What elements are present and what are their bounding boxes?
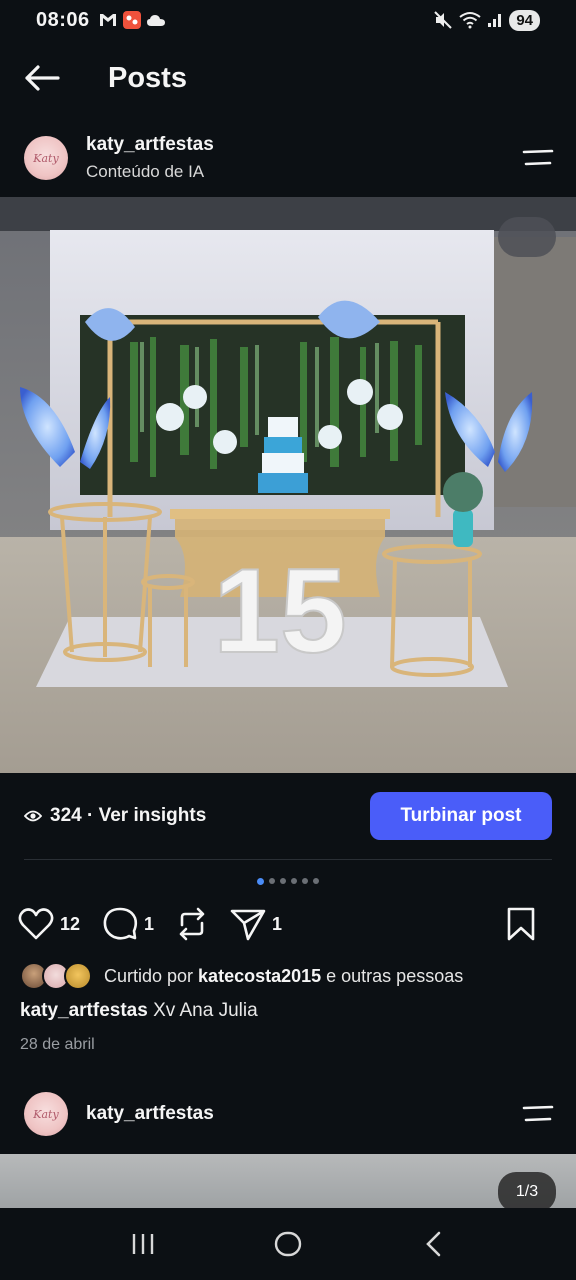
carousel-dots <box>0 877 576 885</box>
ai-content-label[interactable]: Conteúdo de IA <box>86 162 214 182</box>
liked-by-text: Curtido por katecosta2015 e outras pesso… <box>104 966 463 987</box>
insights-row: 324 · Ver insights Turbinar post <box>0 792 576 840</box>
status-right-icons: 94 <box>433 9 540 31</box>
signal-icon <box>488 14 502 27</box>
avatar[interactable]: Katy <box>24 1092 68 1136</box>
home-icon <box>274 1231 302 1257</box>
mute-icon <box>434 11 453 29</box>
battery-indicator: 94 <box>509 9 540 31</box>
post-username[interactable]: katy_artfestas <box>86 1103 214 1125</box>
post-actions: 12 1 1 <box>0 902 576 946</box>
next-post-image[interactable] <box>0 1154 576 1210</box>
system-back-button[interactable] <box>403 1214 463 1274</box>
save-button[interactable] <box>506 907 536 941</box>
view-count: 324 <box>50 805 82 826</box>
share-count: 1 <box>272 913 283 934</box>
recent-apps-button[interactable] <box>113 1214 173 1274</box>
caption: katy_artfestas Xv Ana Julia <box>20 1000 258 1022</box>
user-meta: katy_artfestas <box>86 1103 214 1125</box>
liked-by-user[interactable]: katecosta2015 <box>198 966 321 986</box>
post-photo: 15 <box>0 197 576 773</box>
boost-post-button[interactable]: Turbinar post <box>370 792 552 840</box>
eye-icon <box>24 810 42 822</box>
gmail-icon <box>99 14 116 26</box>
like-count: 12 <box>60 913 81 934</box>
post-date: 28 de abril <box>20 1036 95 1053</box>
status-left-icons <box>98 10 166 30</box>
heart-icon <box>18 908 54 940</box>
share-button[interactable]: 1 <box>230 907 282 941</box>
insights-link[interactable]: 324 · Ver insights <box>50 805 206 827</box>
post-options-button[interactable] <box>518 138 558 178</box>
avatar-logo-text: Katy <box>33 151 59 165</box>
bookmark-icon <box>507 907 535 941</box>
system-nav-bar <box>0 1208 576 1280</box>
carousel-dot-active <box>257 877 264 885</box>
menu-icon <box>522 1105 554 1122</box>
comment-button[interactable]: 1 <box>102 907 154 941</box>
carousel-dot <box>291 878 297 884</box>
divider <box>24 859 552 860</box>
user-meta: katy_artfestas Conteúdo de IA <box>86 134 214 182</box>
liked-by-row[interactable]: Curtido por katecosta2015 e outras pesso… <box>20 960 463 992</box>
status-time: 08:06 <box>36 8 90 31</box>
app-notification-icon <box>122 11 141 29</box>
liked-avatar <box>64 962 92 990</box>
caption-username[interactable]: katy_artfestas <box>20 1000 148 1021</box>
post-username[interactable]: katy_artfestas <box>86 134 214 156</box>
post-image[interactable]: 15 <box>0 197 576 773</box>
post-options-button[interactable] <box>518 1094 558 1134</box>
caption-text: Xv Ana Julia <box>147 1000 258 1021</box>
next-post-header: Katy katy_artfestas <box>0 1084 576 1144</box>
menu-icon <box>522 149 554 166</box>
carousel-dot <box>313 878 319 884</box>
status-bar: 08:06 94 <box>0 0 576 40</box>
avatar[interactable]: Katy <box>24 136 68 180</box>
recents-icon <box>132 1234 153 1254</box>
arrow-left-icon <box>25 65 60 91</box>
liked-by-prefix: Curtido por <box>104 965 199 986</box>
carousel-page-indicator: 1/3 <box>498 1172 556 1212</box>
decoration-number: 15 <box>213 544 346 678</box>
chevron-left-icon <box>426 1231 441 1257</box>
carousel-dot <box>280 878 286 884</box>
repost-button[interactable] <box>176 907 208 941</box>
insights-label: · Ver insights <box>86 805 207 826</box>
carousel-dot <box>302 878 308 884</box>
comment-icon <box>103 907 138 940</box>
back-button[interactable] <box>0 46 84 110</box>
comment-count: 1 <box>144 913 155 934</box>
avatar-logo-text: Katy <box>33 1107 59 1121</box>
page-title: Posts <box>108 61 187 94</box>
wifi-icon <box>459 12 481 29</box>
send-icon <box>230 909 266 941</box>
home-button[interactable] <box>258 1214 318 1274</box>
carousel-dot <box>269 878 275 884</box>
top-bar: Posts <box>0 46 576 110</box>
cloud-icon <box>146 15 165 26</box>
post-header: Katy katy_artfestas Conteúdo de IA <box>0 128 576 188</box>
repost-icon <box>179 907 205 941</box>
liked-by-suffix: e outras pessoas <box>321 965 464 986</box>
like-button[interactable]: 12 <box>18 908 80 940</box>
liked-avatars <box>20 961 96 991</box>
